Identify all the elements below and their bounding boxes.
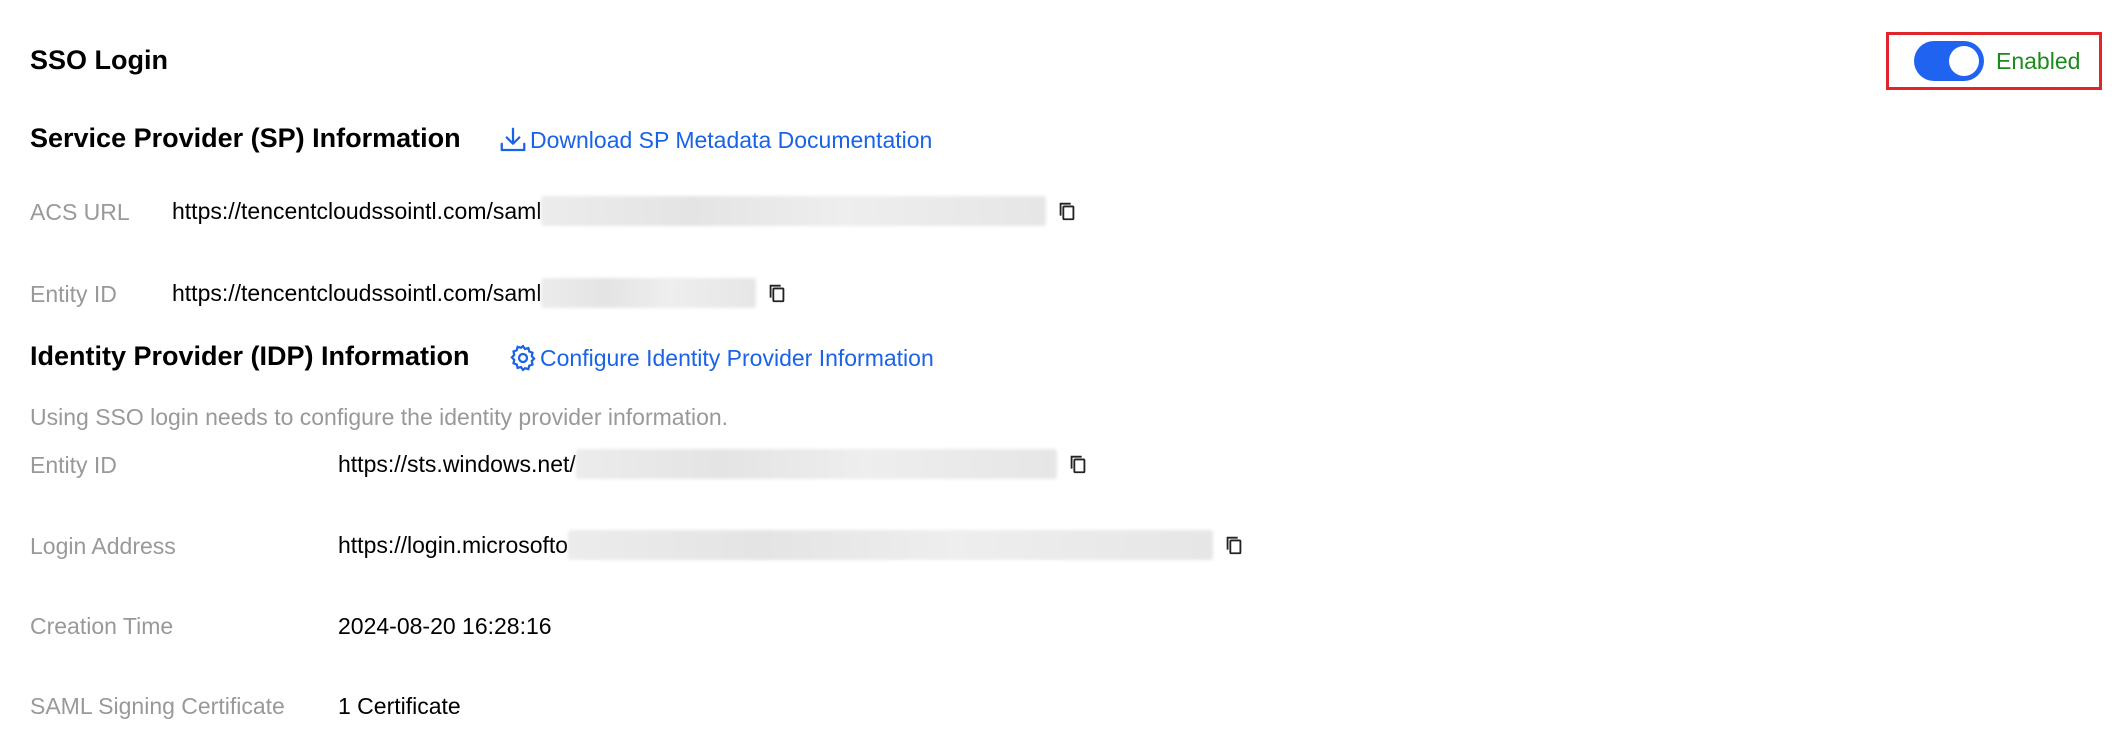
copy-icon[interactable] [1056,199,1078,223]
sp-acs-url-label: ACS URL [30,199,130,225]
idp-login-address-label: Login Address [30,533,176,559]
sp-acs-url-text: https://tencentcloudssointl.com/saml [172,198,542,224]
idp-saml-cert-value: 1 Certificate [338,693,461,719]
download-sp-metadata-link[interactable]: Download SP Metadata Documentation [498,125,932,155]
idp-entity-id-value: https://sts.windows.net/ [338,449,1089,479]
sp-section-title: Service Provider (SP) Information [30,123,461,153]
toggle-status-label: Enabled [1996,47,2081,74]
download-sp-metadata-label: Download SP Metadata Documentation [530,126,933,153]
copy-icon[interactable] [1067,452,1089,476]
copy-icon[interactable] [1223,533,1245,557]
sp-entity-id-text: https://tencentcloudssointl.com/saml [172,280,542,306]
redacted-value [575,449,1057,479]
copy-icon[interactable] [766,281,788,305]
redacted-value [568,530,1214,560]
idp-saml-cert-label: SAML Signing Certificate [30,693,285,719]
idp-login-address-value: https://login.microsofto [338,530,1245,560]
redacted-value [541,278,757,308]
redacted-value [541,196,1047,226]
sso-toggle-container: Enabled [1886,32,2102,90]
idp-section-title: Identity Provider (IDP) Information [30,341,470,371]
sp-entity-id-value: https://tencentcloudssointl.com/saml [172,278,788,308]
sso-enabled-toggle[interactable] [1914,41,1984,81]
idp-login-address-text: https://login.microsofto [338,532,569,558]
idp-hint-text: Using SSO login needs to configure the i… [30,404,729,430]
sp-acs-url-value: https://tencentcloudssointl.com/saml [172,196,1078,226]
toggle-knob [1949,46,1979,76]
gear-icon [510,344,536,372]
page-title: SSO Login [30,45,168,75]
idp-creation-time-label: Creation Time [30,613,174,639]
idp-entity-id-label: Entity ID [30,452,117,478]
sp-entity-id-label: Entity ID [30,281,117,307]
configure-idp-link[interactable]: Configure Identity Provider Information [508,343,934,373]
download-icon [500,127,526,152]
configure-idp-label: Configure Identity Provider Information [540,344,934,371]
idp-entity-id-text: https://sts.windows.net/ [338,451,576,477]
idp-creation-time-value: 2024-08-20 16:28:16 [338,613,552,639]
